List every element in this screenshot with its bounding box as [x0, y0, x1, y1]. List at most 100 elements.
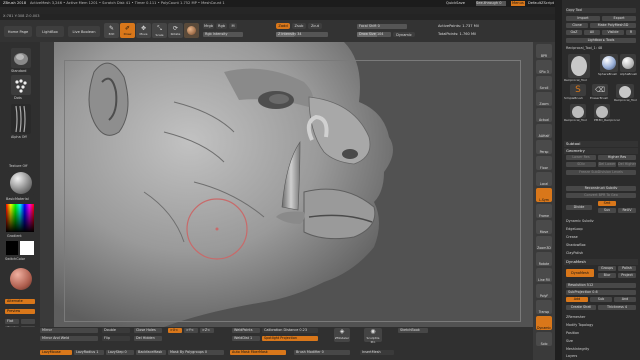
- y-axis-toggle[interactable]: >Y<: [184, 328, 198, 333]
- weldpoints-button[interactable]: WeldPoints: [232, 328, 260, 333]
- dynamesh-section[interactable]: DynaMesh: [564, 259, 638, 265]
- zsub-button[interactable]: Zsub: [292, 23, 306, 29]
- see-through-slider[interactable]: See-through 0: [476, 1, 506, 6]
- polyf-button[interactable]: PolyF: [536, 284, 552, 298]
- persp-button[interactable]: Persp: [536, 140, 552, 154]
- smt-toggle[interactable]: Smt: [598, 201, 616, 206]
- insert-mesh-button[interactable]: InsertMesh: [360, 350, 394, 355]
- bpr-button[interactable]: BPR: [536, 44, 552, 58]
- zoom3d-button[interactable]: Zoom3D: [536, 236, 552, 250]
- material-preview-button[interactable]: [184, 23, 199, 38]
- alpha-thumbnail[interactable]: [11, 104, 31, 134]
- claypolish-item[interactable]: ClayPolish: [566, 251, 636, 256]
- mask-by-polygroups-slider[interactable]: Mask By Polygroups 0: [168, 350, 224, 355]
- meshintegrity-item[interactable]: MeshIntegrity: [566, 347, 636, 352]
- rotate-view-button[interactable]: Rotate: [536, 252, 552, 266]
- tool-thumb-reciprocal[interactable]: [568, 54, 590, 78]
- reconstruct-subdiv-button[interactable]: Reconstruct Subdiv: [566, 186, 636, 191]
- stroke-thumbnail[interactable]: [11, 75, 31, 95]
- import-button[interactable]: Import: [566, 16, 600, 21]
- divide-button[interactable]: Divide: [566, 205, 592, 210]
- del-hidden-button[interactable]: Del Hidden: [134, 336, 162, 341]
- flat-right-button[interactable]: [21, 319, 35, 324]
- and-button[interactable]: And: [614, 297, 636, 302]
- weld-dist-slider[interactable]: WeldDist 1: [232, 336, 260, 341]
- scale-button[interactable]: ⤡ Scale: [152, 23, 167, 38]
- quicksave-button[interactable]: QuickSave: [446, 1, 465, 6]
- floor-button[interactable]: Floor: [536, 156, 552, 170]
- mirror-button[interactable]: Mirror: [40, 328, 98, 333]
- color-picker[interactable]: [6, 204, 34, 232]
- zcut-button[interactable]: Zcut: [308, 23, 322, 29]
- r-button[interactable]: R: [626, 30, 636, 35]
- all-button[interactable]: All: [584, 30, 600, 35]
- lower-res-button[interactable]: Lower Res: [566, 155, 596, 160]
- subprojection-slider[interactable]: SubProjection 0.6: [566, 290, 636, 295]
- layers-item[interactable]: Layers: [566, 354, 636, 359]
- export-button[interactable]: Export: [602, 16, 636, 21]
- focal-shift-slider[interactable]: Focal Shift 0: [357, 24, 407, 29]
- sdiv-slider[interactable]: SDiv: [566, 162, 596, 167]
- tool-thumb-reciprocal-3[interactable]: [570, 104, 586, 118]
- mrgb-button[interactable]: Mrgb: [203, 23, 214, 29]
- move-button[interactable]: ✥ Move: [136, 23, 151, 38]
- geometry-section[interactable]: Geometry: [564, 148, 638, 154]
- make-polymesh-button[interactable]: Make PolyMesh3D: [590, 23, 636, 28]
- dynamesh-button[interactable]: DynaMesh: [566, 269, 594, 277]
- draw-size-slider[interactable]: Draw Size 104: [357, 32, 391, 37]
- solo-button[interactable]: Solo: [536, 332, 552, 346]
- suv-toggle[interactable]: Suv: [598, 208, 616, 213]
- tool-thumb-eraser[interactable]: ⌫: [592, 84, 608, 96]
- scroll-button[interactable]: Scroll: [536, 76, 552, 90]
- lazy-radius-slider[interactable]: LazyRadius 1: [74, 350, 104, 355]
- transp-button[interactable]: Transp: [536, 300, 552, 314]
- preview-toggle[interactable]: Preview: [5, 309, 35, 314]
- mirror-and-weld-button[interactable]: Mirror And Weld: [40, 336, 98, 341]
- lazy-step-slider[interactable]: LazyStep 0: [106, 350, 134, 355]
- shadowbox-item[interactable]: ShadowBox: [566, 243, 636, 248]
- calibration-distance-slider[interactable]: Calibration Distance 0.23: [262, 328, 318, 333]
- x-axis-toggle[interactable]: >X<: [168, 328, 182, 333]
- frame-button[interactable]: Frame: [536, 204, 552, 218]
- reuv-toggle[interactable]: ReUV: [618, 208, 636, 213]
- flip-button[interactable]: Flip: [102, 336, 130, 341]
- zmodeler-button[interactable]: ◈ ZModeler: [334, 328, 350, 342]
- rgb-intensity-slider[interactable]: Rgb Intensity: [203, 32, 243, 37]
- del-lower-button[interactable]: Del Lower: [598, 162, 616, 167]
- primary-color-swatch[interactable]: [20, 241, 34, 255]
- linefill-button[interactable]: Line Fill: [536, 268, 552, 282]
- backface-mask-toggle[interactable]: BackfaceMask: [136, 350, 166, 355]
- brush-thumbnail[interactable]: [11, 48, 31, 68]
- lightbox-tools-button[interactable]: Lightbox ▸ Tools: [566, 38, 636, 43]
- secondary-color-swatch[interactable]: [6, 241, 18, 255]
- switch-color-button[interactable]: SwitchColor: [5, 257, 25, 261]
- z-axis-toggle[interactable]: >Z<: [200, 328, 214, 333]
- rotate-button[interactable]: ⟳ Rotate: [168, 23, 183, 38]
- groups-toggle[interactable]: Groups: [598, 266, 616, 271]
- dynamic-view-button[interactable]: Dynamic: [536, 316, 552, 330]
- aahalf-button[interactable]: AAHalf: [536, 124, 552, 138]
- actual-button[interactable]: Actual: [536, 108, 552, 122]
- dynamic-subdiv-item[interactable]: Dynamic Subdiv: [566, 219, 636, 224]
- zoom-button[interactable]: Zoom: [536, 92, 552, 106]
- menus-toggle[interactable]: Menus: [511, 1, 525, 6]
- double-button[interactable]: Double: [102, 328, 130, 333]
- copy-tool-header[interactable]: Copy Tool: [566, 8, 636, 13]
- live-boolean-button[interactable]: Live Boolean: [68, 26, 100, 37]
- visible-button[interactable]: Visible: [602, 30, 624, 35]
- subtool-section[interactable]: Subtool: [564, 141, 638, 147]
- higher-res-button[interactable]: Higher Res: [598, 155, 636, 160]
- add-button[interactable]: Add: [566, 297, 588, 302]
- auto-mask-fibermask-toggle[interactable]: Auto Mask FiberMask: [230, 350, 286, 355]
- thickness-slider[interactable]: Thickness 4: [598, 305, 636, 310]
- project-toggle[interactable]: Project: [618, 273, 636, 278]
- lightbox-button[interactable]: LightBox: [36, 26, 64, 37]
- tool-thumb-alpha[interactable]: [620, 54, 636, 72]
- zremesher-item[interactable]: ZRemesher: [566, 315, 636, 320]
- resolution-slider[interactable]: Resolution 512: [566, 283, 636, 288]
- position-item[interactable]: Position: [566, 331, 636, 336]
- draw-button[interactable]: ✐ Draw: [120, 23, 135, 38]
- clone-button[interactable]: Clone: [566, 23, 588, 28]
- goz-button[interactable]: GoZ: [566, 30, 582, 35]
- spotlight-projection-button[interactable]: Spotlight Projection: [262, 336, 318, 341]
